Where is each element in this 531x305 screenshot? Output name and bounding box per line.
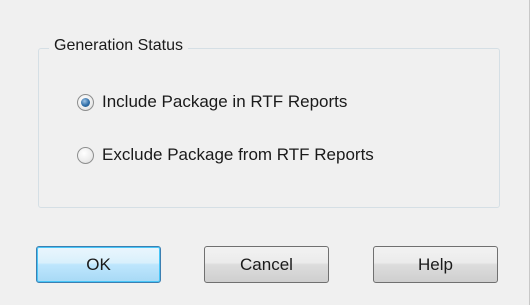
generation-status-dialog: Generation Status Include Package in RTF…	[0, 0, 530, 305]
ok-button[interactable]: OK	[36, 246, 161, 283]
group-title: Generation Status	[49, 35, 188, 57]
help-button[interactable]: Help	[373, 246, 498, 283]
exclude-package-option[interactable]: Exclude Package from RTF Reports	[77, 143, 374, 167]
include-package-option[interactable]: Include Package in RTF Reports	[77, 90, 347, 114]
generation-status-group	[38, 48, 500, 208]
cancel-button[interactable]: Cancel	[204, 246, 329, 283]
include-package-label[interactable]: Include Package in RTF Reports	[102, 92, 347, 112]
exclude-package-label[interactable]: Exclude Package from RTF Reports	[102, 145, 374, 165]
exclude-package-radio[interactable]	[77, 146, 94, 164]
include-package-radio[interactable]	[77, 93, 94, 111]
